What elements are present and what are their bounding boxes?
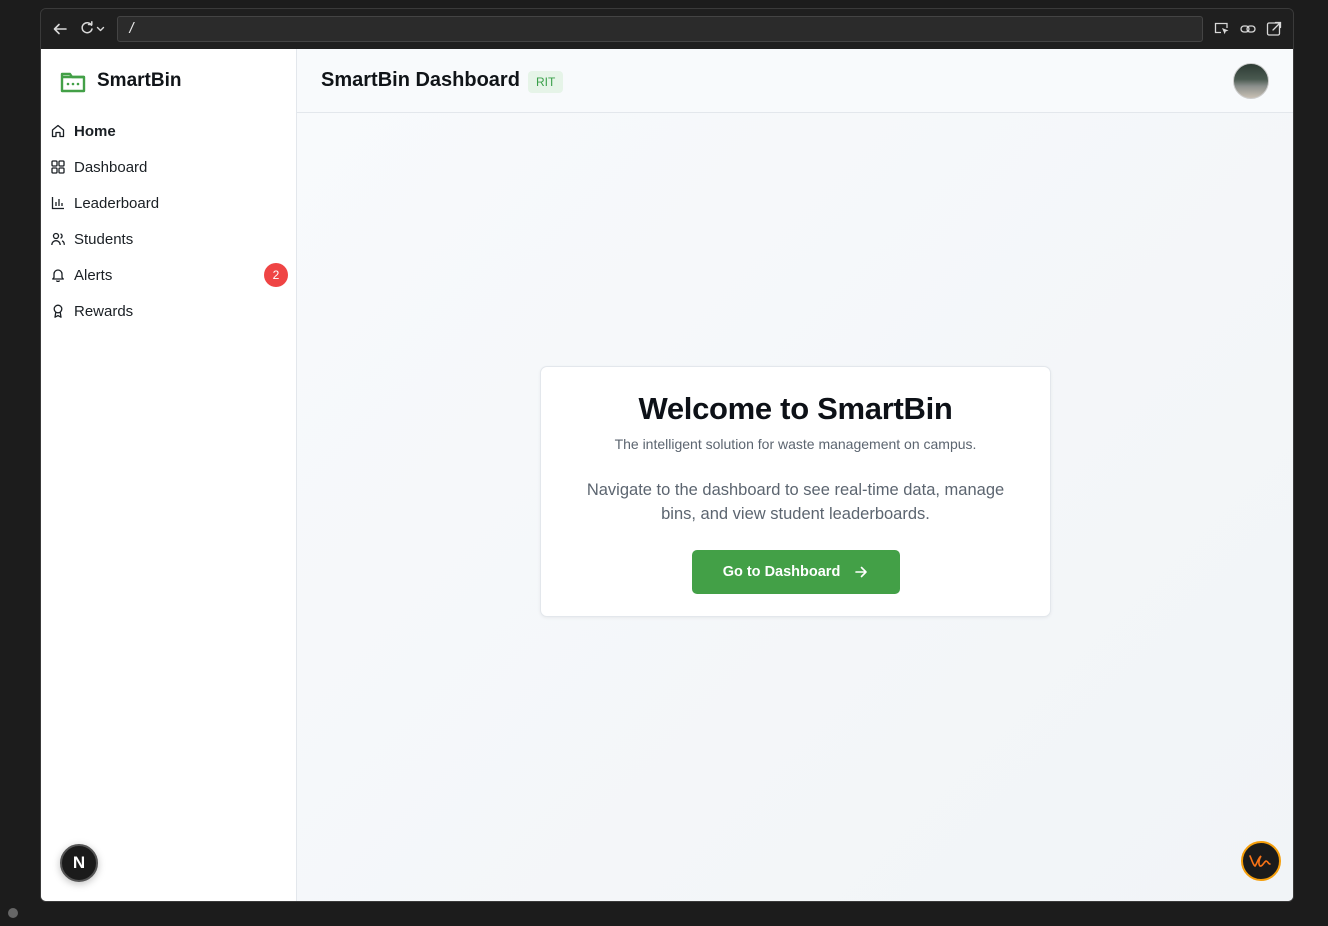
sidebar-item-dashboard[interactable]: Dashboard: [41, 149, 296, 185]
sidebar: SmartBin Home Dashboard Leaderboard Stud…: [41, 49, 297, 901]
arrow-right-icon: [855, 566, 868, 578]
nextjs-devtools-button[interactable]: N: [60, 844, 98, 882]
app-root: SmartBin Home Dashboard Leaderboard Stud…: [41, 49, 1293, 901]
brand[interactable]: SmartBin: [41, 49, 296, 113]
users-icon: [51, 232, 65, 246]
sidebar-item-label: Home: [74, 122, 116, 140]
sidebar-item-rewards[interactable]: Rewards: [41, 293, 296, 329]
arrow-left-icon: [53, 23, 67, 35]
campus-badge: RIT: [527, 71, 564, 93]
sidebar-item-students[interactable]: Students: [41, 221, 296, 257]
cursor-box-icon: [1214, 22, 1229, 35]
sidebar-item-label: Students: [74, 230, 134, 248]
main-content: SmartBin Dashboard RIT Welcome to SmartB…: [297, 49, 1293, 901]
welcome-description: Navigate to the dashboard to see real-ti…: [586, 481, 1005, 523]
go-to-dashboard-label: Go to Dashboard: [722, 564, 841, 580]
sidebar-item-label: Dashboard: [74, 158, 148, 176]
reload-icon: [81, 21, 105, 34]
link-button[interactable]: [1240, 21, 1256, 37]
sidebar-item-leaderboard[interactable]: Leaderboard: [41, 185, 296, 221]
browser-window: / SmartBin Home Dashboard Leaderboard St…: [40, 8, 1294, 902]
brand-name: SmartBin: [97, 70, 182, 91]
external-link-icon: [1266, 21, 1282, 36]
award-icon: [51, 304, 65, 318]
sidebar-item-label: Rewards: [74, 302, 134, 320]
assistant-fab[interactable]: [1241, 841, 1281, 881]
bell-icon: [51, 268, 65, 282]
bar-chart-icon: [51, 196, 65, 210]
sidebar-item-alerts[interactable]: Alerts 2: [41, 257, 296, 293]
page-title: SmartBin Dashboard: [321, 69, 520, 91]
back-button[interactable]: [51, 21, 69, 37]
avatar[interactable]: [1233, 63, 1269, 99]
inspect-button[interactable]: [1214, 21, 1230, 37]
sidebar-item-home[interactable]: Home: [41, 113, 296, 149]
reload-button[interactable]: [79, 21, 107, 37]
sidebar-nav: Home Dashboard Leaderboard Students Aler…: [41, 113, 296, 329]
url-bar[interactable]: /: [117, 16, 1203, 42]
signature-logo-icon: [1249, 855, 1271, 867]
sidebar-item-label: Leaderboard: [74, 194, 160, 212]
status-dot: [8, 908, 18, 918]
open-external-button[interactable]: [1266, 21, 1282, 37]
sidebar-item-label: Alerts: [74, 266, 113, 284]
trash-bin-logo-icon: [60, 72, 86, 93]
welcome-title: Welcome to SmartBin: [638, 391, 953, 426]
go-to-dashboard-button[interactable]: Go to Dashboard: [691, 550, 900, 594]
home-icon: [51, 124, 65, 138]
welcome-subtitle: The intelligent solution for waste manag…: [614, 436, 977, 452]
welcome-card: Welcome to SmartBin The intelligent solu…: [540, 366, 1051, 617]
grid-icon: [51, 160, 65, 174]
alerts-count-badge: 2: [264, 263, 288, 287]
browser-toolbar: /: [41, 9, 1293, 49]
link-icon: [1240, 25, 1256, 33]
page-header: SmartBin Dashboard RIT: [297, 49, 1293, 113]
